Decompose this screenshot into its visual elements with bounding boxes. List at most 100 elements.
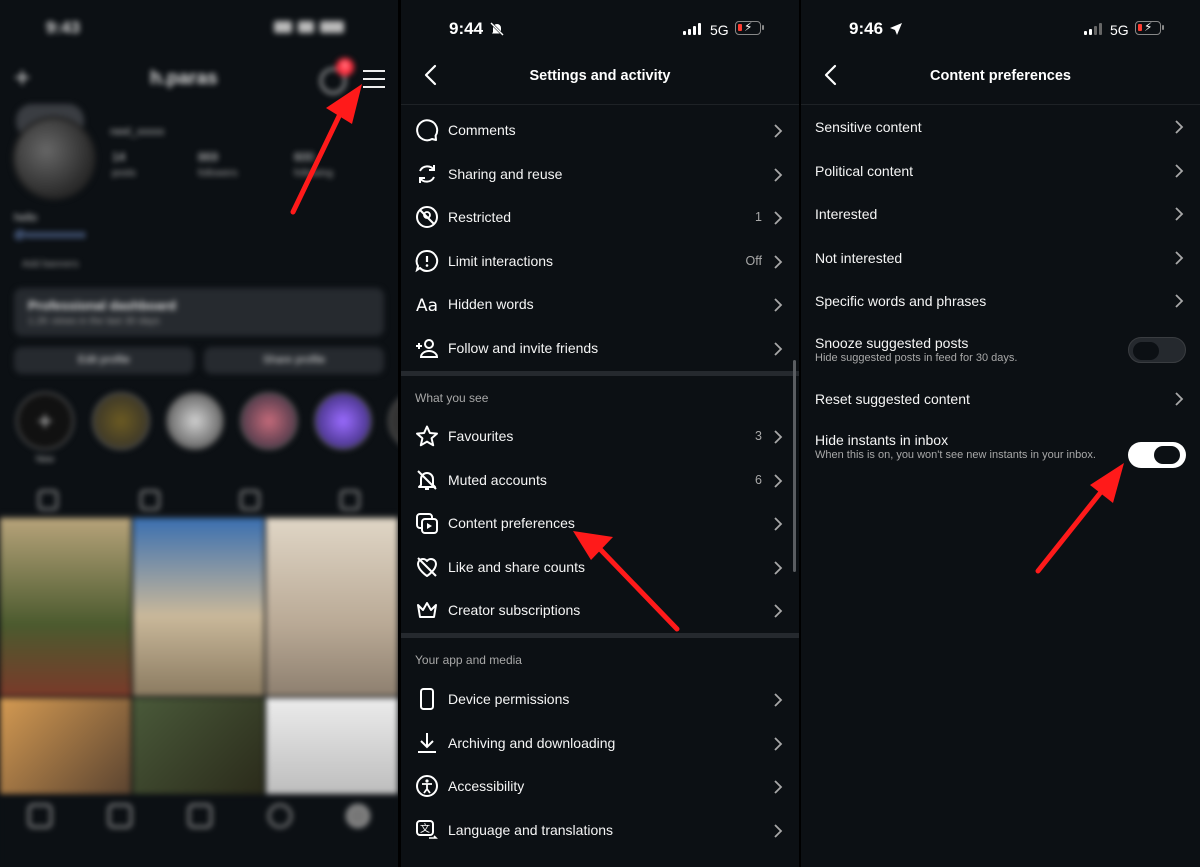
section-header: Your app and media (415, 653, 522, 667)
settings-row-restricted[interactable]: Restricted 1 (401, 196, 799, 240)
chevron-right-icon (1175, 207, 1184, 221)
settings-row-limit-interactions[interactable]: Limit interactions Off (401, 240, 799, 284)
settings-row-device-permissions[interactable]: Device permissions (401, 678, 799, 722)
phone-icon (420, 688, 434, 710)
chevron-right-icon (774, 124, 783, 138)
chevron-right-icon (774, 255, 783, 269)
highlight-item[interactable] (92, 392, 150, 450)
status-time: 9:43 (46, 18, 81, 37)
posts-grid (0, 518, 398, 794)
highlight-new[interactable]: + (16, 392, 74, 450)
tab-tagged[interactable] (340, 490, 360, 510)
stat-followers[interactable]: 869 followers (198, 150, 237, 179)
highlight-item[interactable] (388, 392, 398, 450)
status-time: 9:44 (449, 19, 484, 38)
settings-row-like-share-counts[interactable]: Like and share counts (401, 546, 799, 590)
home-icon[interactable] (28, 804, 52, 828)
send-icon[interactable] (188, 804, 212, 828)
settings-row-language[interactable]: 文 Language and translations (401, 809, 799, 853)
reels-icon[interactable] (108, 804, 132, 828)
settings-panel: 9:44 5G ⚡ Settings and activity Comments… (401, 0, 799, 867)
alert-circle-icon (415, 249, 439, 273)
pref-row-sensitive-content[interactable]: Sensitive content (801, 105, 1200, 149)
post-thumbnail[interactable] (266, 698, 398, 794)
post-thumbnail[interactable] (0, 698, 131, 794)
settings-row-comments[interactable]: Comments (401, 109, 799, 153)
chevron-right-icon (1175, 163, 1184, 178)
crown-icon (417, 602, 437, 619)
status-bar: 9:44 5G ⚡ (401, 0, 799, 52)
post-thumbnail[interactable] (0, 518, 131, 696)
pref-row-political-content[interactable]: Political content (801, 149, 1200, 193)
post-thumbnail[interactable] (266, 518, 398, 696)
tab-reels[interactable] (140, 490, 160, 510)
edit-profile-button[interactable]: Edit profile (14, 347, 194, 374)
row-label: Archiving and downloading (448, 734, 616, 751)
chevron-right-icon (774, 824, 783, 838)
settings-row-accessibility[interactable]: Accessibility (401, 765, 799, 809)
tab-reposts[interactable] (240, 490, 260, 510)
chevron-right-icon (774, 430, 783, 444)
row-label: Content preferences (448, 515, 575, 532)
hamburger-menu-icon[interactable] (363, 70, 385, 94)
tab-grid[interactable] (38, 490, 58, 510)
row-value: Off (745, 253, 762, 268)
stat-following[interactable]: 600 following (294, 150, 333, 179)
blurred-profile-content: 9:43 + h.paras 5 neel_xxxxx 14 posts 869 f… (0, 0, 398, 867)
row-label: Not interested (815, 249, 903, 266)
chevron-right-icon (774, 736, 783, 751)
pref-row-specific-words[interactable]: Specific words and phrases (801, 279, 1200, 323)
scrollbar[interactable] (793, 360, 796, 572)
silent-bell-icon (490, 22, 504, 36)
row-label: Like and share counts (448, 558, 585, 575)
add-banners-link[interactable]: Add banners (22, 259, 79, 270)
pref-row-hide-instants: Hide instants in inbox When this is on, … (801, 421, 1200, 487)
settings-row-sharing[interactable]: Sharing and reuse (401, 153, 799, 197)
repost-icon (419, 164, 435, 183)
settings-row-creator-subscriptions[interactable]: Creator subscriptions (401, 589, 799, 633)
stat-posts[interactable]: 14 posts (112, 150, 136, 179)
highlight-item[interactable] (166, 392, 224, 450)
post-thumbnail[interactable] (133, 518, 264, 696)
hide-instants-toggle[interactable] (1128, 442, 1186, 468)
pref-row-reset-suggested[interactable]: Reset suggested content (801, 378, 1200, 422)
pref-row-interested[interactable]: Interested (801, 192, 1200, 236)
heart-off-icon (417, 557, 437, 577)
avatar[interactable] (12, 116, 96, 200)
profile-link[interactable]: @xxxxxxxxxxx (14, 229, 86, 241)
create-plus-icon[interactable]: + (14, 62, 30, 94)
comment-icon (416, 119, 439, 142)
pref-row-not-interested[interactable]: Not interested (801, 236, 1200, 280)
bottom-nav (0, 796, 398, 867)
row-label: Favourites (448, 428, 514, 444)
chevron-right-icon (774, 473, 783, 488)
settings-row-hidden-words[interactable]: Aa Hidden words (401, 283, 799, 327)
dashboard-title: Professional dashboard (28, 298, 177, 313)
share-profile-button[interactable]: Share profile (204, 347, 384, 374)
highlight-item[interactable] (314, 392, 372, 450)
highlight-item[interactable] (240, 392, 298, 450)
page-title: Content preferences (929, 68, 1071, 84)
network-label: 5G (1110, 22, 1129, 38)
snooze-toggle[interactable] (1128, 337, 1186, 363)
profile-avatar-icon[interactable] (346, 804, 370, 828)
profile-username[interactable]: h.paras (150, 68, 218, 90)
pref-row-snooze-suggested: Snooze suggested posts Hide suggested po… (801, 323, 1200, 378)
row-sublabel: Hide suggested posts in feed for 30 days… (815, 352, 1018, 364)
search-icon[interactable] (268, 804, 292, 828)
settings-row-follow-invite[interactable]: Follow and invite friends (401, 327, 799, 371)
settings-row-muted-accounts[interactable]: Muted accounts 6 (401, 459, 799, 503)
professional-dashboard[interactable]: Professional dashboard 1.2K views in the… (14, 288, 384, 336)
settings-row-content-preferences[interactable]: Content preferences (401, 502, 799, 546)
row-value: 1 (755, 210, 762, 225)
post-thumbnail[interactable] (133, 698, 264, 794)
settings-row-favourites[interactable]: Favourites 3 (401, 415, 799, 459)
settings-row-archiving[interactable]: Archiving and downloading (401, 722, 799, 766)
content-preferences-icon (416, 513, 438, 535)
add-person-icon (416, 339, 439, 358)
content-preferences-header: Content preferences (801, 52, 1200, 100)
signal-icon (1084, 23, 1102, 35)
profile-bio: hello (14, 212, 38, 224)
chevron-right-icon (774, 342, 783, 356)
row-label: Follow and invite friends (448, 340, 599, 356)
